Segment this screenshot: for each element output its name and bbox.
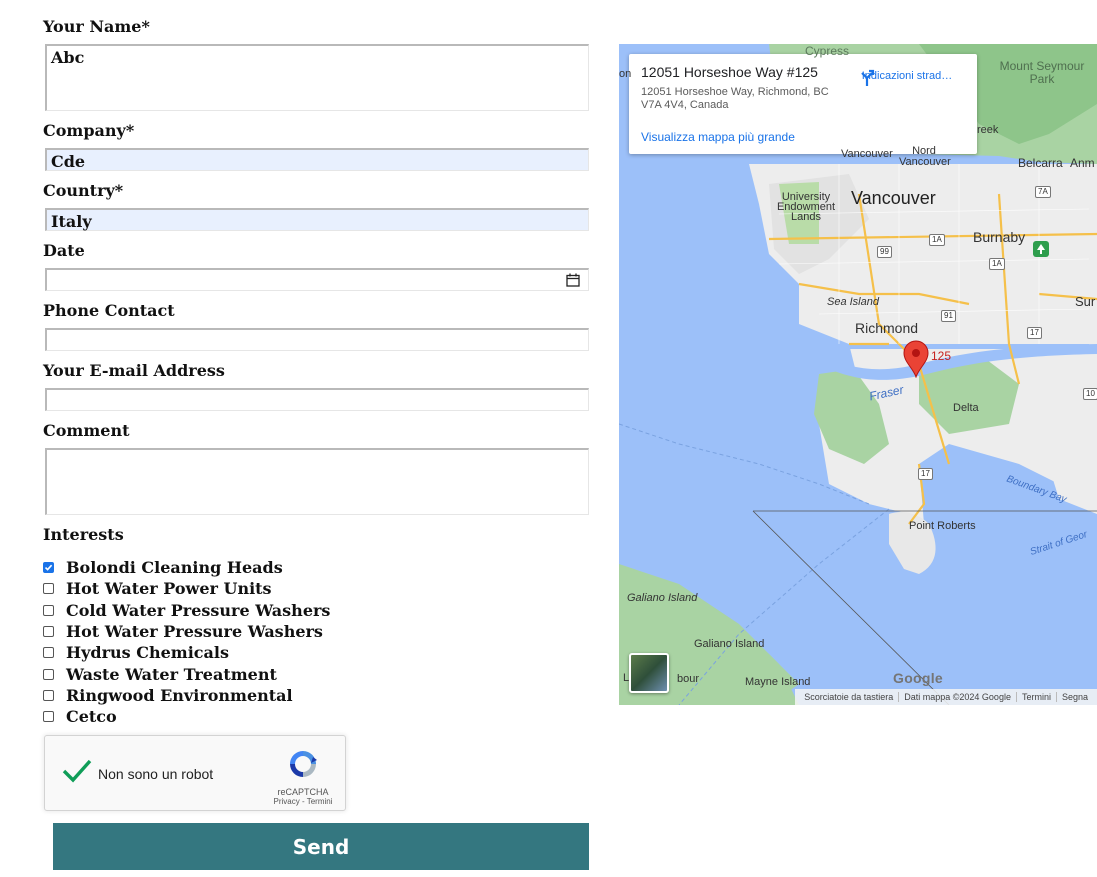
map-label-cypress: Cypress: [805, 44, 850, 58]
map-label-creek: reek: [977, 124, 999, 136]
calendar-icon[interactable]: [566, 273, 580, 287]
country-label: Country*: [43, 181, 124, 200]
map-label-north-vancouver: Nord Vancouver: [899, 145, 951, 168]
interest-item[interactable]: Bolondi Cleaning Heads: [43, 557, 330, 578]
interests-label: Interests: [43, 525, 124, 544]
interests-list: Bolondi Cleaning Heads Hot Water Power U…: [43, 557, 330, 727]
interest-item[interactable]: Cetco: [43, 706, 330, 727]
interest-label: Hydrus Chemicals: [66, 643, 229, 663]
directions-button[interactable]: Indicazioni strad…: [857, 68, 957, 86]
send-button[interactable]: Send: [53, 823, 589, 870]
highway-shield: 7A: [1035, 186, 1051, 198]
email-field[interactable]: [45, 388, 589, 411]
map-label-galiano-island-2: Galiano Island: [694, 638, 765, 650]
map-footer: Scorciatoie da tastiera Dati mappa ©2024…: [795, 689, 1097, 705]
map-label-sea-island: Sea Island: [827, 296, 879, 308]
terms-link[interactable]: Termini: [1015, 692, 1056, 702]
map-label-richmond: Richmond: [855, 320, 919, 336]
email-label: Your E-mail Address: [43, 361, 225, 380]
report-link[interactable]: Segna: [1055, 692, 1093, 702]
interest-label: Hot Water Power Units: [66, 579, 272, 599]
phone-field[interactable]: [45, 328, 589, 351]
map-label-vancouver: Vancouver: [851, 188, 936, 208]
map-label-belcarra: Belcarra: [1018, 156, 1063, 170]
google-logo: Google: [893, 670, 944, 686]
interest-label: Bolondi Cleaning Heads: [66, 558, 283, 578]
checkbox[interactable]: [43, 604, 54, 616]
company-field[interactable]: Cde: [45, 148, 589, 171]
checkbox[interactable]: [43, 689, 54, 701]
map-label-mayne-island: Mayne Island: [745, 676, 811, 688]
recaptcha-brand: reCAPTCHA: [277, 787, 329, 797]
map-label-bour: bour: [677, 673, 700, 685]
map-label-burnaby: Burnaby: [973, 229, 1026, 245]
map-label-delta: Delta: [953, 402, 979, 414]
comment-field[interactable]: [45, 448, 589, 515]
company-label: Company*: [43, 121, 135, 140]
map-label-galiano-island-1: Galiano Island: [627, 592, 698, 604]
map-data-text: Dati mappa ©2024 Google: [898, 692, 1016, 702]
interest-item[interactable]: Ringwood Environmental: [43, 685, 330, 706]
checkbox[interactable]: [43, 647, 54, 659]
highway-shield: 10: [1083, 388, 1097, 400]
map-label-sur: Sur: [1075, 294, 1096, 309]
highway-shield: 1A: [989, 258, 1005, 270]
interest-label: Cold Water Pressure Washers: [66, 600, 331, 620]
interest-item[interactable]: Waste Water Treatment: [43, 663, 330, 684]
map-label-vancouver-cut: Vancouver: [841, 148, 893, 160]
interest-item[interactable]: Cold Water Pressure Washers: [43, 600, 330, 621]
map-label-on: on: [619, 68, 632, 80]
date-field[interactable]: [45, 268, 589, 291]
checkbox[interactable]: [43, 668, 54, 680]
recaptcha-widget[interactable]: Non sono un robot reCAPTCHA Privacy - Te…: [44, 735, 346, 811]
checkbox-checked[interactable]: [43, 562, 54, 574]
checkbox[interactable]: [43, 711, 54, 723]
name-label: Your Name*: [43, 17, 150, 36]
highway-shield: 17: [1027, 327, 1042, 339]
recaptcha-links: Privacy - Termini: [273, 797, 333, 806]
map-embed[interactable]: 12051 Horseshoe Way #125 12051 Horseshoe…: [619, 44, 1097, 705]
map-label-ube: University Endowment Lands: [776, 191, 836, 223]
satellite-toggle[interactable]: [629, 653, 669, 693]
phone-label: Phone Contact: [43, 301, 175, 320]
recaptcha-icon: [290, 751, 317, 777]
interest-item[interactable]: Hydrus Chemicals: [43, 642, 330, 663]
recaptcha-logo: reCAPTCHA Privacy - Termini: [273, 748, 333, 806]
checkbox[interactable]: [43, 583, 54, 595]
checkbox[interactable]: [43, 626, 54, 638]
keyboard-shortcuts-link[interactable]: Scorciatoie da tastiera: [799, 692, 898, 702]
comment-label: Comment: [43, 421, 130, 440]
checkmark-icon: [44, 564, 53, 571]
interest-label: Cetco: [66, 707, 117, 727]
highway-shield: 99: [877, 246, 892, 258]
directions-icon: [861, 69, 875, 86]
recaptcha-checkmark-icon[interactable]: [62, 758, 92, 784]
place-address: 12051 Horseshoe Way, Richmond, BC V7A 4V…: [641, 86, 829, 111]
map-label-anmore: Anm: [1070, 156, 1095, 170]
interest-label: Hot Water Pressure Washers: [66, 622, 323, 642]
marker-label: 125: [931, 349, 952, 363]
interest-label: Waste Water Treatment: [66, 664, 277, 684]
recaptcha-label: Non sono un robot: [98, 766, 214, 782]
recaptcha-privacy-link[interactable]: Privacy: [274, 797, 300, 806]
interest-item[interactable]: Hot Water Pressure Washers: [43, 621, 330, 642]
highway-shield: 1A: [929, 234, 945, 246]
park-icon: [1033, 241, 1049, 257]
highway-shield: 17: [918, 468, 933, 480]
name-field[interactable]: Abc: [45, 44, 589, 111]
recaptcha-terms-link[interactable]: Termini: [307, 797, 333, 806]
map-label-point-roberts: Point Roberts: [909, 520, 976, 532]
highway-shield: 91: [941, 310, 956, 322]
place-card: 12051 Horseshoe Way #125 12051 Horseshoe…: [629, 54, 977, 154]
country-field[interactable]: Italy: [45, 208, 589, 231]
location-pin-icon[interactable]: [903, 340, 929, 378]
date-label: Date: [43, 241, 85, 260]
interest-item[interactable]: Hot Water Power Units: [43, 578, 330, 599]
map-label-mount-seymour: Mount Seymour Park: [999, 59, 1085, 86]
larger-map-link[interactable]: Visualizza mappa più grande: [641, 130, 795, 144]
interest-label: Ringwood Environmental: [66, 685, 293, 705]
